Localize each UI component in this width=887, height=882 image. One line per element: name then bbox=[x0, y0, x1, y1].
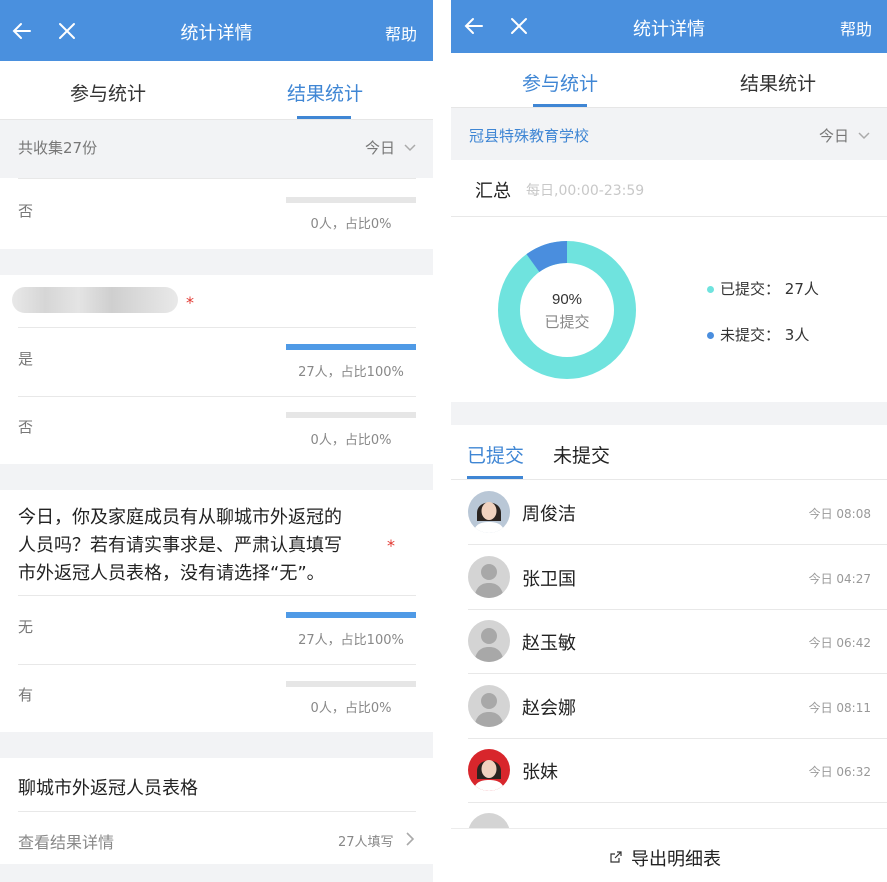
submit-time: 今日 04:27 bbox=[808, 572, 871, 586]
default-avatar-icon bbox=[468, 556, 510, 598]
person-row[interactable]: 赵会娜 今日 08:11 bbox=[451, 674, 887, 739]
person-row[interactable]: 张卫国 今日 04:27 bbox=[451, 545, 887, 610]
export-icon bbox=[610, 851, 622, 863]
legend-dot-icon bbox=[707, 332, 714, 339]
person-row[interactable]: 张妹 今日 06:32 bbox=[451, 738, 887, 803]
page-title: 统计详情 bbox=[180, 23, 253, 44]
result-caption: 0人，占比0% bbox=[310, 217, 392, 232]
view-details-label: 查看结果详情 bbox=[18, 833, 115, 852]
submit-time: 今日 06:42 bbox=[808, 636, 871, 650]
right-screen: 统计详情 帮助 参与统计 结果统计 冠县特殊教育学校 今日 汇总 每日,00:0… bbox=[451, 0, 887, 882]
person-name: 周俊洁 bbox=[522, 504, 576, 525]
donut-percent: 90% bbox=[552, 291, 582, 308]
export-label: 导出明细表 bbox=[631, 849, 721, 870]
blurred-question-text bbox=[12, 287, 178, 313]
question-card-1: 否 0人，占比0% bbox=[0, 178, 433, 249]
date-filter[interactable]: 今日 bbox=[819, 125, 870, 146]
question-card-3: 今日，你及家庭成员有从聊城市外返冠的 人员吗？若有请实事求是、严肃认真填写 市外… bbox=[0, 490, 433, 732]
active-tab-indicator bbox=[533, 104, 587, 107]
tab-results[interactable]: 结果统计 bbox=[265, 79, 385, 106]
collected-count: 共收集27份 bbox=[18, 139, 98, 157]
list-tab-submitted[interactable]: 已提交 bbox=[467, 441, 524, 468]
person-name: 张妹 bbox=[522, 762, 558, 783]
result-bar bbox=[286, 197, 416, 203]
option-label: 无 bbox=[18, 618, 34, 636]
partial-row-avatar bbox=[468, 813, 510, 829]
result-bar bbox=[286, 612, 416, 618]
legend-dot-icon bbox=[707, 286, 714, 293]
legend-not-submitted-value: 3人 bbox=[784, 326, 810, 344]
legend-submitted: 已提交： 27人 bbox=[707, 278, 819, 299]
tab-participation[interactable]: 参与统计 bbox=[48, 79, 168, 106]
default-avatar-icon bbox=[468, 685, 510, 727]
result-caption: 0人，占比0% bbox=[310, 701, 392, 716]
option-label: 是 bbox=[18, 350, 34, 368]
donut-submitted-arc bbox=[498, 241, 636, 379]
result-caption: 27人，占比100% bbox=[298, 365, 404, 380]
help-button[interactable]: 帮助 bbox=[385, 21, 417, 45]
option-label: 有 bbox=[18, 686, 34, 704]
view-result-details-row[interactable]: 查看结果详情 27人填写 bbox=[0, 812, 433, 864]
date-filter[interactable]: 今日 bbox=[365, 137, 416, 158]
date-filter-label: 今日 bbox=[819, 127, 850, 145]
person-row[interactable]: 赵玉敏 今日 06:42 bbox=[451, 609, 887, 674]
tab-results[interactable]: 结果统计 bbox=[718, 69, 838, 96]
tab-bar: 参与统计 结果统计 bbox=[0, 61, 433, 120]
help-button[interactable]: 帮助 bbox=[840, 16, 872, 40]
required-mark: * bbox=[387, 536, 395, 555]
top-bar: 统计详情 帮助 bbox=[0, 0, 433, 61]
legend-submitted-value: 27人 bbox=[784, 280, 819, 298]
person-name: 赵会娜 bbox=[522, 698, 576, 719]
question-card-4: 聊城市外返冠人员表格 查看结果详情 27人填写 bbox=[0, 758, 433, 864]
summary-timespan: 每日,00:00-23:59 bbox=[526, 183, 645, 199]
chevron-down-icon bbox=[404, 144, 416, 152]
person-row[interactable]: 周俊洁 今日 08:08 bbox=[451, 480, 887, 545]
option-label: 否 bbox=[18, 202, 34, 220]
active-tab-indicator bbox=[297, 116, 351, 119]
question-text: 今日，你及家庭成员有从聊城市外返冠的 人员吗？若有请实事求是、严肃认真填写 市外… bbox=[18, 507, 342, 584]
result-bar bbox=[286, 344, 416, 350]
submit-time: 今日 08:11 bbox=[808, 701, 871, 715]
user-photo-avatar bbox=[468, 491, 510, 533]
table-question-title: 聊城市外返冠人员表格 bbox=[18, 778, 198, 799]
result-bar bbox=[286, 412, 416, 418]
tab-participation[interactable]: 参与统计 bbox=[500, 69, 620, 96]
result-bar bbox=[286, 681, 416, 687]
donut-center-label: 已提交 bbox=[544, 313, 589, 331]
page-title: 统计详情 bbox=[633, 19, 705, 40]
result-caption: 0人，占比0% bbox=[310, 433, 392, 448]
option-label: 否 bbox=[18, 418, 34, 436]
legend-not-submitted: 未提交： 3人 bbox=[707, 324, 809, 345]
chevron-right-icon bbox=[406, 832, 415, 846]
chevron-down-icon bbox=[858, 132, 870, 140]
person-name: 赵玉敏 bbox=[522, 633, 576, 654]
top-bar: 统计详情 帮助 bbox=[451, 0, 887, 53]
member-list-card: 已提交 未提交 周俊洁 今日 08:08 张卫国 今日 04:27 赵玉敏 今日 06… bbox=[451, 425, 887, 882]
person-name: 张卫国 bbox=[522, 569, 576, 590]
question-card-2: * 是 27人，占比100% 否 0人，占比0% bbox=[0, 275, 433, 464]
submit-time: 今日 08:08 bbox=[808, 507, 871, 521]
export-button[interactable]: 导出明细表 bbox=[451, 828, 887, 882]
left-screen: 统计详情 帮助 参与统计 结果统计 共收集27份 今日 否 0人，占比0% * … bbox=[0, 0, 433, 882]
date-filter-label: 今日 bbox=[365, 139, 396, 157]
fill-count: 27人填写 bbox=[338, 835, 394, 850]
required-mark: * bbox=[186, 293, 194, 312]
user-photo-avatar bbox=[468, 749, 510, 791]
school-name: 冠县特殊教育学校 bbox=[469, 127, 590, 145]
default-avatar-icon bbox=[468, 620, 510, 662]
tab-bar: 参与统计 结果统计 bbox=[451, 53, 887, 108]
submit-time: 今日 06:32 bbox=[808, 765, 871, 779]
summary-title: 汇总 bbox=[475, 181, 511, 202]
summary-card: 汇总 每日,00:00-23:59 90% 已提交 已提交： 27人 未提交： … bbox=[451, 160, 887, 402]
result-caption: 27人，占比100% bbox=[298, 633, 404, 648]
submission-donut-chart: 90% 已提交 bbox=[498, 241, 636, 379]
list-tab-not-submitted[interactable]: 未提交 bbox=[553, 441, 610, 468]
